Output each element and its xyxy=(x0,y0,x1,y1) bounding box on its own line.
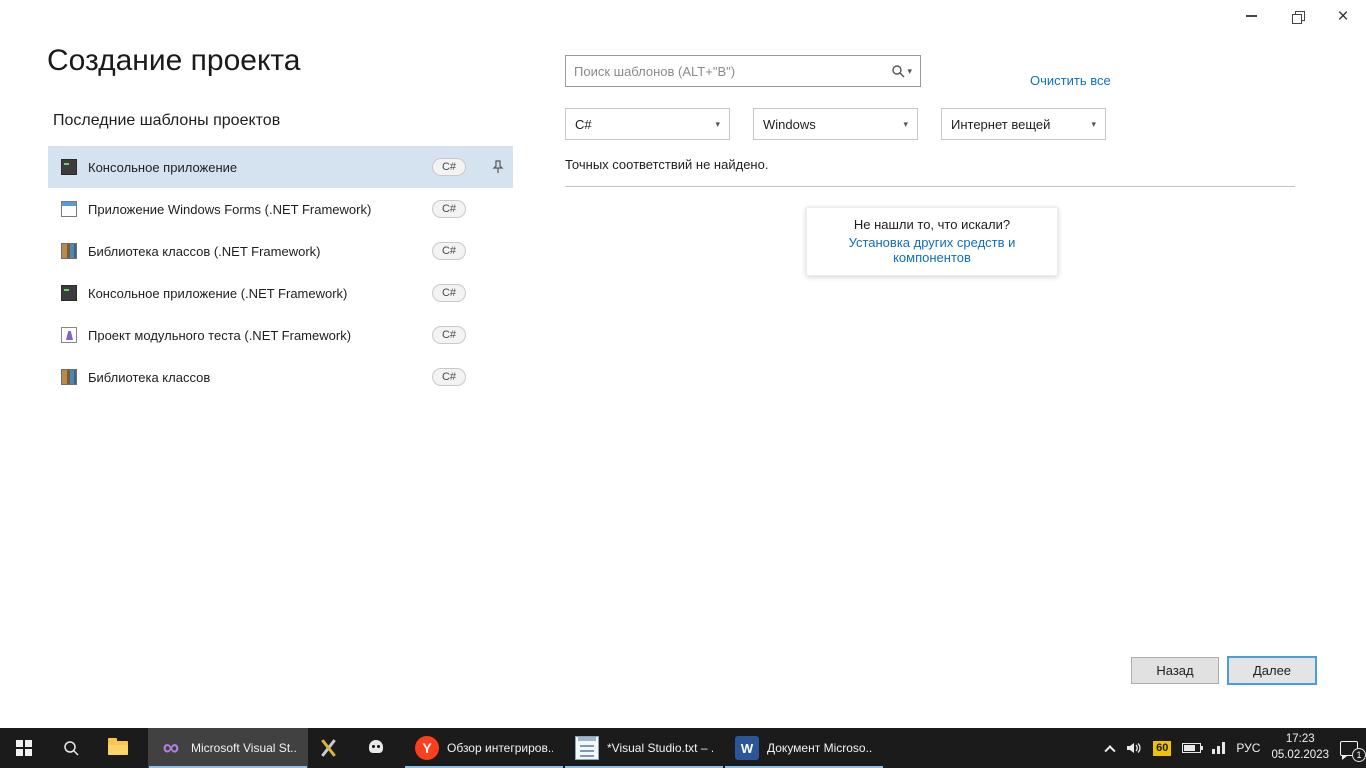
taskbar-app-button[interactable] xyxy=(308,728,356,768)
tool-icon xyxy=(316,736,340,760)
restore-button[interactable] xyxy=(1274,0,1320,32)
template-label: Консольное приложение (.NET Framework) xyxy=(88,286,421,301)
template-list-item[interactable]: Консольное приложение C# xyxy=(48,146,513,188)
language-indicator[interactable]: РУС xyxy=(1236,741,1260,755)
close-icon: × xyxy=(1337,7,1348,26)
skull-icon xyxy=(364,736,388,760)
chevron-down-icon: ▾ xyxy=(1091,119,1096,130)
folder-icon xyxy=(108,741,128,755)
taskbar-search-button[interactable] xyxy=(47,728,94,768)
chevron-down-icon: ▾ xyxy=(907,66,912,77)
window-controls: × xyxy=(1228,0,1366,32)
language-badge: C# xyxy=(432,368,466,386)
chevron-down-icon: ▾ xyxy=(903,119,908,130)
filter-value: C# xyxy=(575,117,592,132)
battery-icon[interactable] xyxy=(1182,743,1201,753)
windows-logo-icon xyxy=(16,740,32,756)
pin-icon[interactable] xyxy=(491,160,505,175)
template-list-item[interactable]: Библиотека классов (.NET Framework) C# xyxy=(48,230,513,272)
recent-templates-panel: Последние шаблоны проектов Консольное пр… xyxy=(48,112,513,398)
taskbar-apps: Microsoft Visual St... Обзор интегриров.… xyxy=(148,728,884,768)
page-title: Создание проекта xyxy=(47,44,301,78)
minimize-button[interactable] xyxy=(1228,0,1274,32)
search-icon xyxy=(62,739,80,757)
language-badge: C# xyxy=(432,158,466,176)
yandex-browser-icon xyxy=(415,736,439,760)
template-label: Библиотека классов (.NET Framework) xyxy=(88,244,421,259)
battery-percent-badge[interactable]: 60 xyxy=(1153,741,1171,756)
class-library-icon xyxy=(61,369,77,385)
results-divider xyxy=(565,186,1295,187)
action-center-icon[interactable]: 1 xyxy=(1340,741,1358,756)
language-badge: C# xyxy=(432,200,466,218)
file-explorer-button[interactable] xyxy=(94,728,141,768)
filter-dropdown[interactable]: Windows ▾ xyxy=(753,108,918,140)
taskbar-app-button[interactable] xyxy=(356,728,404,768)
tray-expand-icon[interactable] xyxy=(1104,745,1115,756)
template-label: Приложение Windows Forms (.NET Framework… xyxy=(88,202,421,217)
template-list-item[interactable]: Библиотека классов C# xyxy=(48,356,513,398)
system-tray: 60 РУС 17:23 05.02.2023 1 xyxy=(1106,728,1366,768)
screen: × Создание проекта Последние шаблоны про… xyxy=(0,0,1366,768)
notification-badge: 1 xyxy=(1352,748,1366,762)
network-icon[interactable] xyxy=(1212,742,1225,754)
close-button[interactable]: × xyxy=(1320,0,1366,32)
language-badge: C# xyxy=(432,284,466,302)
no-match-message: Точных соответствий не найдено. xyxy=(565,157,768,172)
word-icon xyxy=(735,736,759,760)
template-label: Консольное приложение xyxy=(88,160,421,175)
filter-dropdown[interactable]: C# ▾ xyxy=(565,108,730,140)
tray-time: 17:23 xyxy=(1271,732,1329,748)
filter-row: C# ▾ Windows ▾ Интернет вещей ▾ xyxy=(565,108,1106,140)
next-button[interactable]: Далее xyxy=(1227,656,1317,685)
taskbar-app-button[interactable]: Документ Microso... xyxy=(724,728,884,768)
language-badge: C# xyxy=(432,242,466,260)
taskbar-app-label: *Visual Studio.txt – ... xyxy=(607,741,713,755)
visual-studio-icon xyxy=(159,736,183,760)
volume-icon[interactable] xyxy=(1125,740,1142,756)
back-button[interactable]: Назад xyxy=(1131,657,1219,684)
recent-templates-heading: Последние шаблоны проектов xyxy=(53,112,513,130)
console-app-icon xyxy=(61,285,77,301)
taskbar-app-label: Microsoft Visual St... xyxy=(191,741,297,755)
unit-test-icon xyxy=(61,327,77,343)
taskbar-app-button[interactable]: *Visual Studio.txt – ... xyxy=(564,728,724,768)
search-input[interactable] xyxy=(566,64,883,79)
search-icon[interactable]: ▾ xyxy=(883,64,920,78)
taskbar-app-button[interactable]: Обзор интегриров... xyxy=(404,728,564,768)
console-app-icon xyxy=(61,159,77,175)
clear-all-link[interactable]: Очистить все xyxy=(1030,73,1111,88)
recent-templates-list: Консольное приложение C# Приложение Wind… xyxy=(48,146,513,398)
filter-value: Интернет вещей xyxy=(951,117,1050,132)
class-library-icon xyxy=(61,243,77,259)
create-project-dialog: × Создание проекта Последние шаблоны про… xyxy=(0,0,1366,728)
taskbar: Microsoft Visual St... Обзор интегриров.… xyxy=(0,728,1366,768)
taskbar-clock[interactable]: 17:23 05.02.2023 xyxy=(1271,732,1329,763)
not-found-card: Не нашли то, что искали? Установка други… xyxy=(806,207,1058,276)
template-label: Проект модульного теста (.NET Framework) xyxy=(88,328,421,343)
winforms-app-icon xyxy=(61,201,77,217)
minimize-icon xyxy=(1246,15,1257,17)
taskbar-app-button[interactable]: Microsoft Visual St... xyxy=(148,728,308,768)
template-search: ▾ xyxy=(565,55,921,87)
taskbar-app-label: Документ Microso... xyxy=(767,741,873,755)
start-button[interactable] xyxy=(0,728,47,768)
template-list-item[interactable]: Приложение Windows Forms (.NET Framework… xyxy=(48,188,513,230)
chevron-down-icon: ▾ xyxy=(715,119,720,130)
tray-date: 05.02.2023 xyxy=(1271,748,1329,764)
template-list-item[interactable]: Консольное приложение (.NET Framework) C… xyxy=(48,272,513,314)
filter-dropdown[interactable]: Интернет вещей ▾ xyxy=(941,108,1106,140)
language-badge: C# xyxy=(432,326,466,344)
template-label: Библиотека классов xyxy=(88,370,421,385)
not-found-title: Не нашли то, что искали? xyxy=(819,217,1045,232)
install-tools-link[interactable]: Установка других средств и компонентов xyxy=(819,235,1045,265)
taskbar-app-label: Обзор интегриров... xyxy=(447,741,553,755)
restore-icon xyxy=(1292,11,1303,22)
notepad-icon xyxy=(575,736,599,760)
template-list-item[interactable]: Проект модульного теста (.NET Framework)… xyxy=(48,314,513,356)
filter-value: Windows xyxy=(763,117,816,132)
